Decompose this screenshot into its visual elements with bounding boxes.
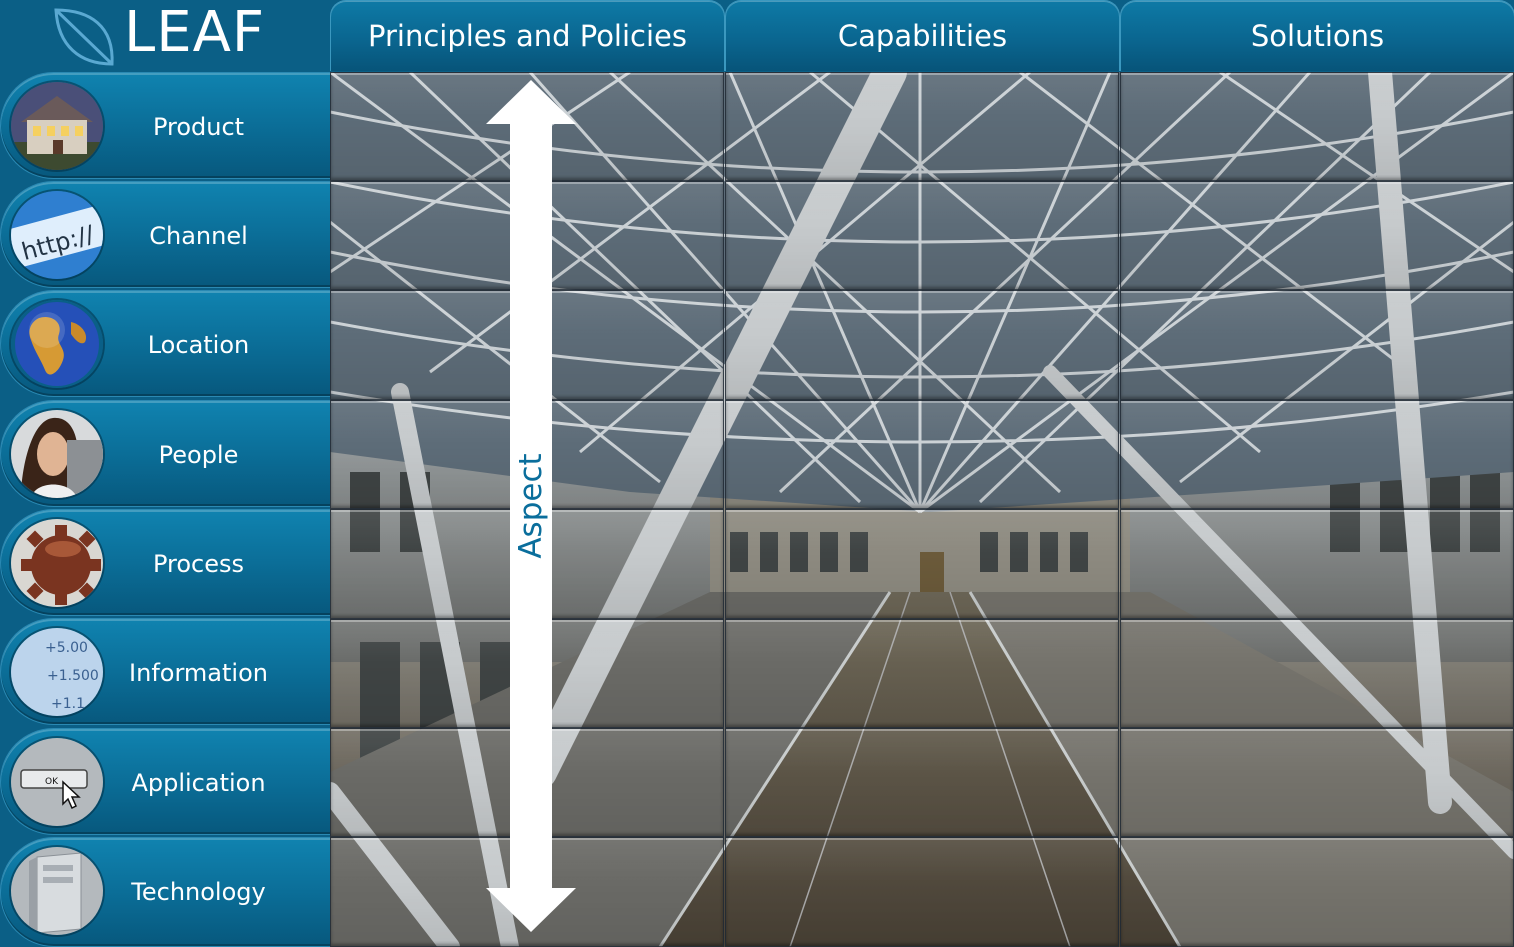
row-label-text: People [158,440,239,469]
matrix-cell[interactable] [1120,619,1514,728]
person-icon [11,410,103,498]
column-header-label: Principles and Policies [367,19,687,53]
row-technology[interactable]: Technology [0,837,330,947]
row-location[interactable]: Location [0,290,330,397]
svg-text:+1.500: +1.500 [47,668,99,684]
row-product[interactable]: Product [0,72,330,179]
column-header-principles[interactable]: Principles and Policies [330,0,725,71]
column-header-capabilities[interactable]: Capabilities [725,0,1120,71]
logo-text: LEAF [124,0,266,65]
matrix-cell[interactable] [1120,728,1514,837]
http-address-icon: http:// [11,191,103,279]
logo: LEAF [50,0,320,68]
matrix-cell[interactable] [725,290,1119,400]
ok-button-cursor-icon: OK [11,738,103,826]
globe-icon [11,300,103,388]
column-header-solutions[interactable]: Solutions [1120,0,1514,71]
matrix-cell[interactable] [725,509,1119,619]
svg-text:+1.1: +1.1 [51,696,85,712]
row-label-text: Channel [149,221,248,250]
row-people[interactable]: People [0,400,330,507]
row-information[interactable]: +5.00 +1.500 +1.1 Information [0,618,330,725]
row-label-text: Application [131,768,266,797]
row-label-text: Product [152,112,245,141]
matrix-cell[interactable] [1120,290,1514,400]
aspect-label: Aspect [513,453,549,559]
numbers-icon: +5.00 +1.500 +1.1 [11,628,103,716]
row-application[interactable]: OK Application [0,728,330,835]
matrix-cell[interactable] [725,619,1119,728]
svg-text:OK: OK [45,777,59,787]
svg-text:+5.00: +5.00 [45,640,88,656]
house-icon [11,82,103,170]
server-tower-icon [11,847,103,935]
matrix-cell[interactable] [725,72,1119,181]
matrix-cell[interactable] [725,400,1119,509]
row-label-text: Process [152,549,245,578]
gear-icon [11,519,103,607]
row-label-text: Location [147,330,250,359]
matrix-cell[interactable] [1120,837,1514,947]
row-label-text: Information [129,658,268,687]
matrix-cell[interactable] [1120,181,1514,290]
matrix-cell[interactable] [725,728,1119,837]
matrix-cell[interactable] [725,837,1119,947]
leaf-icon [54,8,114,66]
matrix-cell[interactable] [1120,509,1514,619]
row-channel[interactable]: http:// Channel [0,181,330,288]
matrix-cell[interactable] [1120,72,1514,181]
row-process[interactable]: Process [0,509,330,616]
column-header-label: Solutions [1250,19,1385,53]
matrix-cell[interactable] [1120,400,1514,509]
matrix-cell[interactable] [725,181,1119,290]
row-label-text: Technology [131,877,266,906]
column-header-label: Capabilities [837,19,1008,53]
